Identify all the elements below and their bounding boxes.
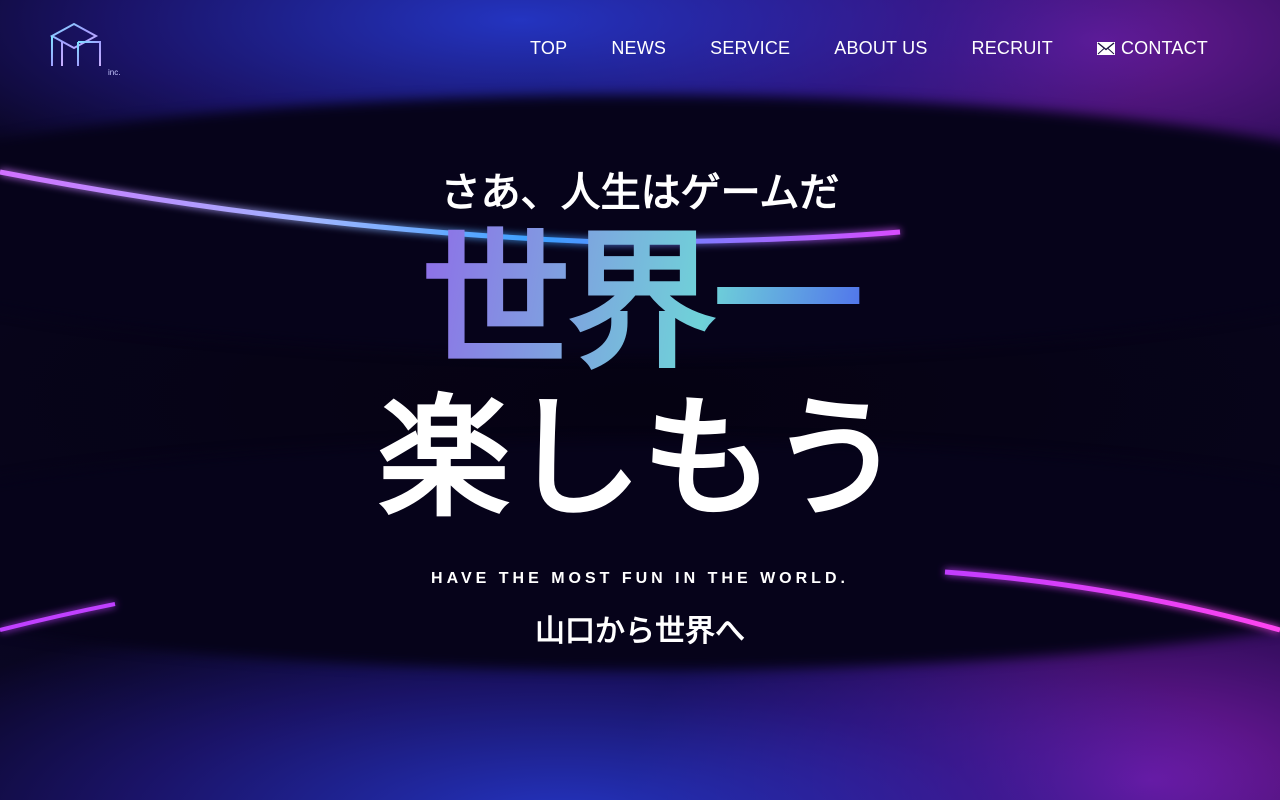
mail-icon [1096,42,1115,55]
logo-inc-label: inc. [108,68,121,77]
nav-contact[interactable]: CONTACT [1096,38,1208,59]
hero-subline: 山口から世界へ [535,614,745,649]
nav-news[interactable]: NEWS [611,38,666,59]
hero-headline-primary: 世界一 [0,218,1280,388]
hero-tagline: さあ、人生はゲームだ [440,170,840,216]
nav-top[interactable]: TOP [530,38,567,59]
nav-recruit[interactable]: RECRUIT [972,38,1053,59]
nav-service[interactable]: SERVICE [710,38,790,59]
nav-contact-label: CONTACT [1120,38,1208,58]
hero-subtitle: HAVE THE MOST FUN IN THE WORLD. [431,570,849,587]
nav-about-us[interactable]: ABOUT US [834,38,927,59]
main-navigation: TOP NEWS SERVICE ABOUT US RECRUIT CONTAC… [530,38,1208,59]
hero-background: inc. TOP NEWS SERVICE ABOUT US RECRUIT C… [0,0,1280,800]
hero-headline-secondary: 楽しもう [377,382,903,536]
company-logo[interactable]: inc. [48,20,128,82]
